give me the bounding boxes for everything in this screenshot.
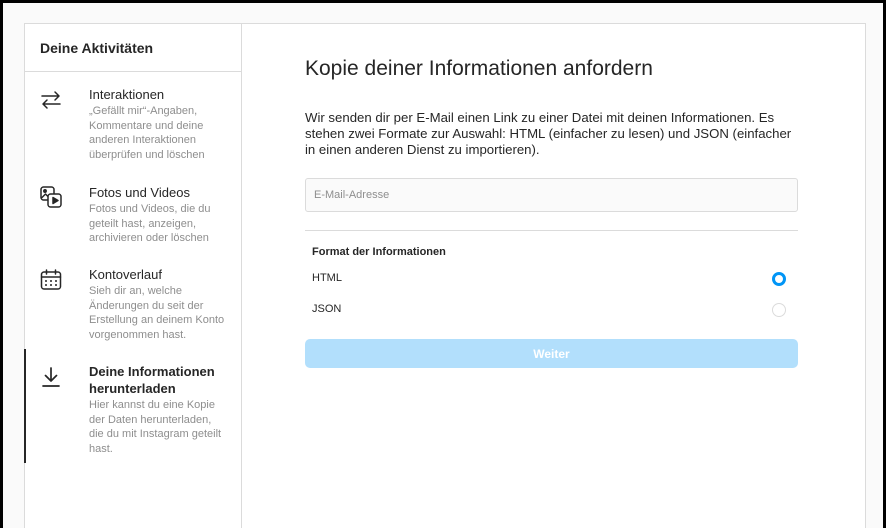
sidebar-item-label: Fotos und Videos [89,185,190,200]
sidebar-item-label: Kontoverlauf [89,267,162,282]
sidebar-item-description: Fotos und Videos, die du geteilt hast, a… [89,203,211,244]
settings-card: Deine Aktivitäten Interaktionen „Gefällt… [24,23,866,528]
sidebar-item-description: Sieh dir an, welche Änderungen du seit d… [89,285,225,341]
sidebar-title: Deine Aktivitäten [25,24,241,72]
browser-viewport: Deine Aktivitäten Interaktionen „Gefällt… [3,3,883,528]
radio-json[interactable] [772,303,786,317]
photo-video-icon [39,185,63,209]
sidebar-item-description: „Gefällt mir“-Angaben, Kommentare und de… [89,105,205,161]
email-field[interactable] [305,178,798,212]
arrows-exchange-icon [39,88,63,112]
sidebar-item-description: Hier kannst du eine Kopie der Daten heru… [89,399,222,455]
calendar-icon [39,268,63,292]
format-option-label: HTML [312,272,342,284]
sidebar-item-label: Deine Informationen herunterladen [89,364,215,396]
download-icon [39,365,63,389]
format-option-json[interactable]: JSON [305,299,798,323]
format-option-html[interactable]: HTML [305,268,798,292]
format-heading: Format der Informationen [312,246,446,258]
radio-html[interactable] [772,272,786,286]
format-option-label: JSON [312,303,342,315]
activity-sidebar: Deine Aktivitäten Interaktionen „Gefällt… [24,24,242,528]
intro-text: Wir senden dir per E-Mail einen Link zu … [305,110,792,157]
page-title: Kopie deiner Informationen anfordern [305,57,653,80]
sidebar-item-label: Interaktionen [89,87,165,102]
download-request-panel: Kopie deiner Informationen anfordern Wir… [242,24,865,528]
divider [305,230,798,231]
continue-button[interactable]: Weiter [305,339,798,368]
